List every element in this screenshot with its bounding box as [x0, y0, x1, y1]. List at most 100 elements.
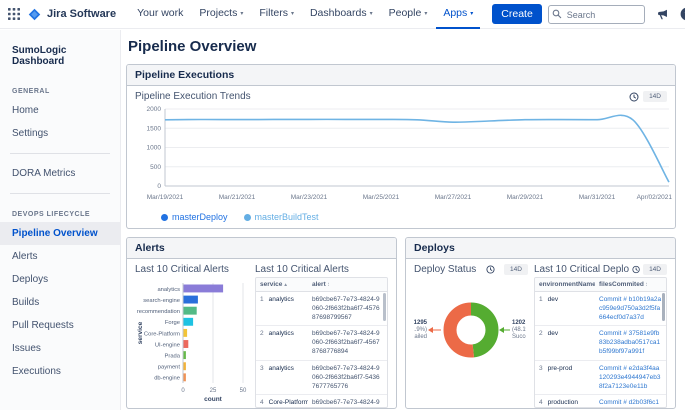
nav-item-apps[interactable]: Apps▾: [436, 0, 480, 29]
trend-legend: masterDeploy masterBuildTest: [161, 212, 667, 222]
nav-item-filters[interactable]: Filters▾: [252, 0, 301, 29]
table-row[interactable]: 2 dev Commit # 37581e9fb83b238adba0517ca1b…: [535, 326, 666, 360]
nav-item-your-work[interactable]: Your work: [130, 0, 190, 29]
deploys-table: environmentName▴filesCommited∶ 1 dev Commit…: [534, 277, 667, 408]
svg-text:(51.9%): (51.9%): [414, 327, 427, 333]
deploy-status-donut-chart: 1295(51.9%)Failed1202(48.1%)Success: [414, 277, 526, 383]
sidebar-item-builds[interactable]: Builds: [0, 291, 120, 314]
cell-environmentname: 4production: [535, 395, 595, 408]
row-number: 2: [260, 330, 264, 337]
jira-logo-icon[interactable]: [28, 8, 41, 21]
search-input[interactable]: [548, 5, 645, 24]
alerts-table-scrollbar[interactable]: [383, 293, 386, 321]
sidebar-item-alerts[interactable]: Alerts: [0, 245, 120, 268]
critical-alerts-bar-chart: 02550analyticssearch-enginerecommendatio…: [135, 277, 247, 405]
announcement-icon[interactable]: [656, 8, 669, 21]
row-number: 3: [260, 365, 264, 372]
sidebar-item-executions[interactable]: Executions: [0, 360, 120, 383]
svg-text:Forge: Forge: [165, 320, 180, 326]
pipeline-trend-chart: 0500100015002000Mar/19/2021Mar/21/2021Ma…: [135, 104, 675, 205]
column-header-filescommited[interactable]: filesCommited∶: [595, 278, 666, 291]
legend-label: masterDeploy: [172, 212, 228, 222]
alerts-chart-heading: Last 10 Critical Alerts: [135, 264, 229, 275]
cell-value: dev: [548, 330, 558, 337]
svg-text:Mar/31/2021: Mar/31/2021: [579, 194, 616, 201]
svg-text:Mar/23/2021: Mar/23/2021: [291, 194, 328, 201]
deploys-table-range-badge[interactable]: 14D: [643, 264, 667, 275]
trend-chart-title: Pipeline Execution Trends: [135, 91, 251, 102]
table-row[interactable]: 4productionCommit # d2b03f6c15e0f02042cd…: [535, 395, 666, 408]
sidebar-item-deploys[interactable]: Deploys: [0, 268, 120, 291]
range-badge[interactable]: 14D: [643, 91, 667, 102]
svg-text:payment: payment: [158, 365, 181, 371]
sidebar-title: SumoLogic Dashboard: [0, 36, 120, 79]
page-title: Pipeline Overview: [128, 38, 676, 55]
cell-filescommited[interactable]: Commit # d2b03f6c15e0f02042cd60: [595, 395, 666, 408]
cell-filescommited[interactable]: Commit # 37581e9fb83b238adba0517ca1b5f99…: [595, 326, 666, 359]
svg-text:service: service: [137, 321, 144, 344]
nav-item-people[interactable]: People▾: [382, 0, 435, 29]
chevron-down-icon: ▾: [470, 10, 473, 17]
svg-text:0: 0: [157, 183, 161, 190]
svg-text:1295: 1295: [414, 320, 428, 326]
svg-text:recommendation: recommendation: [137, 309, 180, 315]
deploy-status-heading: Deploy Status: [414, 264, 476, 275]
primary-nav: Your workProjects▾Filters▾Dashboards▾Peo…: [130, 0, 480, 29]
help-icon[interactable]: ?: [680, 7, 685, 21]
sidebar-divider: [10, 193, 110, 194]
table-row[interactable]: 2analyticsb69cbe67-7e73-4824-9060-2f663f…: [256, 326, 387, 360]
nav-item-dashboards[interactable]: Dashboards▾: [303, 0, 380, 29]
sidebar-divider: [10, 153, 110, 154]
chevron-down-icon: ▾: [240, 10, 243, 17]
svg-text:Apr/02/2021: Apr/02/2021: [637, 194, 673, 201]
sidebar-section-header: DEVOPS LIFECYCLE: [0, 202, 120, 222]
cell-environmentname: 3pre-prod: [535, 361, 595, 394]
row-number: 1: [539, 296, 543, 303]
legend-item-masterbuildtest[interactable]: masterBuildTest: [244, 212, 319, 222]
column-header-service[interactable]: service▴: [256, 278, 308, 291]
app-window: Jira Software Your workProjects▾Filters▾…: [0, 0, 685, 410]
sidebar-item-pull-requests[interactable]: Pull Requests: [0, 314, 120, 337]
row-number: 2: [539, 330, 543, 337]
alerts-table-heading: Last 10 Critical Alerts: [255, 264, 349, 275]
sidebar-item-pipeline-overview[interactable]: Pipeline Overview: [0, 222, 120, 245]
table-row[interactable]: 1 dev Commit # b10b19a2ac959e9d750a3d2f5fa…: [535, 292, 666, 326]
sidebar-item-settings[interactable]: Settings: [0, 122, 120, 145]
alerts-panel: Alerts Last 10 Critical Alerts 02550anal…: [126, 237, 397, 409]
deploys-table-scrollbar[interactable]: [662, 293, 665, 321]
nav-item-projects[interactable]: Projects▾: [192, 0, 250, 29]
svg-text:analytics: analytics: [157, 287, 180, 293]
pipeline-executions-panel: Pipeline Executions Pipeline Execution T…: [126, 64, 676, 229]
chevron-down-icon: ▾: [370, 10, 373, 17]
legend-item-masterdeploy[interactable]: masterDeploy: [161, 212, 228, 222]
sort-icon: ∶: [328, 282, 329, 288]
alerts-table: service▴alert∶1analyticsb69cbe67-7e73-48…: [255, 277, 388, 408]
column-header-alert[interactable]: alert∶: [308, 278, 387, 291]
svg-text:search-engine: search-engine: [143, 298, 180, 304]
sidebar-item-dora-metrics[interactable]: DORA Metrics: [0, 162, 120, 185]
deploys-panel: Deploys Deploy Status 14D 1295(51.9%)Fai…: [405, 237, 676, 409]
cell-filescommited[interactable]: Commit # e2da3f4aa120293e4944947eb38f2a7…: [595, 361, 666, 394]
svg-text:Mar/27/2021: Mar/27/2021: [435, 194, 472, 201]
table-row[interactable]: 4Core-Platformb69cbe67-7e73-4824-9060-2f…: [256, 395, 387, 408]
cell-value: dev: [548, 296, 558, 303]
create-button[interactable]: Create: [492, 4, 542, 24]
sort-icon: ∶: [646, 282, 647, 288]
column-header-environmentname[interactable]: environmentName▴: [535, 278, 595, 291]
svg-text:UI-engine: UI-engine: [155, 342, 180, 348]
row-number: 4: [539, 399, 543, 406]
svg-text:Core-Platform: Core-Platform: [144, 331, 180, 337]
table-row[interactable]: 3pre-prodCommit # e2da3f4aa120293e494494…: [535, 361, 666, 395]
table-row[interactable]: 1analyticsb69cbe67-7e73-4824-9060-2f663f…: [256, 292, 387, 326]
sidebar-item-issues[interactable]: Issues: [0, 337, 120, 360]
sidebar-item-home[interactable]: Home: [0, 99, 120, 122]
svg-text:500: 500: [150, 164, 161, 171]
legend-dot: [244, 214, 251, 221]
app-switcher-icon[interactable]: [8, 8, 20, 20]
svg-text:(48.1%): (48.1%): [512, 327, 526, 333]
brand-title: Jira Software: [47, 8, 116, 20]
table-row[interactable]: 3analyticsb69cbe67-7e73-4824-9060-2f663f…: [256, 361, 387, 395]
search-box: [548, 5, 645, 24]
deploy-status-range-badge[interactable]: 14D: [504, 264, 528, 275]
cell-filescommited[interactable]: Commit # b10b19a2ac959e9d750a3d2f5fa664e…: [595, 292, 666, 325]
